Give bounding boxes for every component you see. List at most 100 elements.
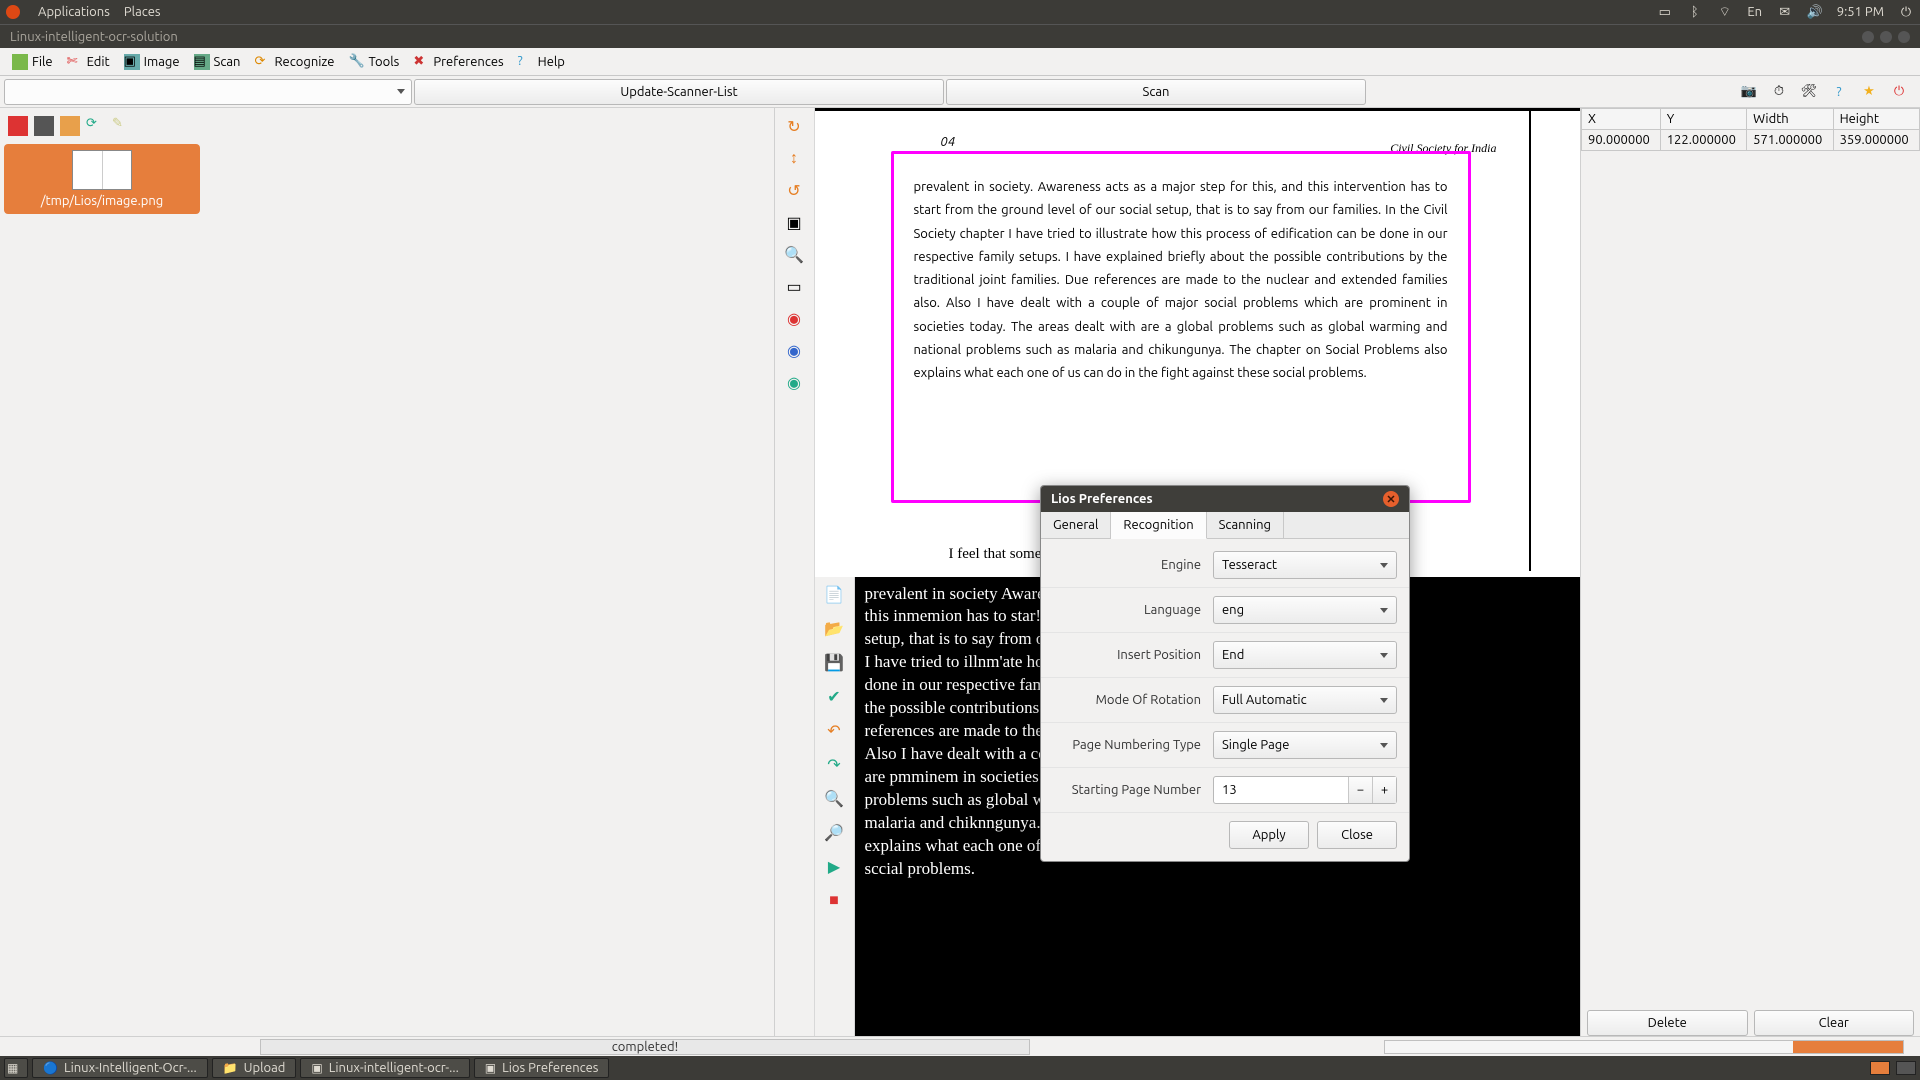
power-icon[interactable]: ⏻	[1898, 4, 1914, 20]
brush-icon[interactable]: ✎	[112, 116, 132, 136]
save-text-icon[interactable]: 💾	[822, 651, 846, 675]
rotation-mode-select[interactable]: Full Automatic	[1213, 686, 1397, 714]
show-desktop-button[interactable]: ▦	[4, 1058, 28, 1078]
main-toolbar: Update-Scanner-List Scan 📷 ⏱ 🛠 ? ★ ⏻	[0, 76, 1920, 108]
menu-applications[interactable]: Applications	[38, 5, 110, 19]
refresh-icon[interactable]: ⟳	[86, 116, 106, 136]
image-icon[interactable]	[34, 116, 54, 136]
screen-icon[interactable]: ▭	[1657, 4, 1673, 20]
zoom-fit-icon[interactable]: ▣	[782, 210, 806, 234]
dialog-titlebar[interactable]: Lios Preferences ✕	[1041, 486, 1409, 512]
language-select[interactable]: eng	[1213, 596, 1397, 624]
menu-file[interactable]: File	[6, 52, 59, 72]
menu-tools[interactable]: 🔧Tools	[342, 52, 405, 72]
find-icon[interactable]: 🔍	[822, 787, 846, 811]
quit-icon[interactable]: ⏻	[1888, 81, 1910, 103]
app-menubar: File ✄Edit ▣Image ▤Scan ⟳Recognize 🔧Tool…	[0, 48, 1920, 76]
spin-plus-button[interactable]: +	[1372, 777, 1396, 803]
menu-edit[interactable]: ✄Edit	[61, 52, 116, 72]
find-replace-icon[interactable]: 🔎	[822, 821, 846, 845]
window-close-button[interactable]	[1898, 31, 1910, 43]
dialog-close-button[interactable]: ✕	[1383, 491, 1399, 507]
insert-position-select[interactable]: End	[1213, 641, 1397, 669]
folder-icon[interactable]	[60, 116, 80, 136]
col-h[interactable]: Height	[1833, 109, 1919, 130]
text-tool-column: 📄 📂 💾 ✔ ↶ ↷ 🔍 🔎 ▶ ■	[815, 577, 855, 1043]
scan-button[interactable]: Scan	[946, 79, 1366, 105]
region-blue-icon[interactable]: ◉	[782, 338, 806, 362]
window-maximize-button[interactable]	[1880, 31, 1892, 43]
main-content: ⟳ ✎ /tmp/Lios/image.png ↻ ↕ ↺ ▣ 🔍 ▭ ◉ ◉ …	[0, 108, 1920, 1042]
region-red-icon[interactable]: ◉	[782, 306, 806, 330]
engine-label: Engine	[1053, 558, 1213, 572]
close-button[interactable]: Close	[1317, 821, 1397, 849]
system-top-bar: Applications Places ▭ ᛒ ⌔ En ✉ 🔊 9:51 PM…	[0, 0, 1920, 24]
status-bar: completed!	[0, 1036, 1920, 1056]
menu-preferences[interactable]: ✖Preferences	[407, 52, 509, 72]
taskbar-item-prefs[interactable]: ▣ Lios Preferences	[474, 1058, 610, 1078]
star-icon[interactable]: ★	[1858, 81, 1880, 103]
help-icon[interactable]: ?	[1828, 81, 1850, 103]
menu-scan[interactable]: ▤Scan	[188, 52, 247, 72]
table-row[interactable]: 90.000000 122.000000 571.000000 359.0000…	[1582, 130, 1920, 151]
col-w[interactable]: Width	[1747, 109, 1833, 130]
workspace-1[interactable]	[1870, 1061, 1890, 1075]
timer-icon[interactable]: ⏱	[1768, 81, 1790, 103]
ocr-selection-rect[interactable]: prevalent in society. Awareness acts as …	[891, 151, 1471, 503]
volume-icon[interactable]: 🔊	[1807, 4, 1823, 20]
col-y[interactable]: Y	[1660, 109, 1746, 130]
zoom-out-icon[interactable]: ▭	[782, 274, 806, 298]
pdf-icon[interactable]	[8, 116, 28, 136]
rotate-left-icon[interactable]: ↺	[782, 178, 806, 202]
bluetooth-icon[interactable]: ᛒ	[1687, 4, 1703, 20]
menu-help[interactable]: ?Help	[512, 52, 571, 72]
menu-places[interactable]: Places	[124, 5, 161, 19]
workspace-2[interactable]	[1896, 1061, 1916, 1075]
taskbar-item-upload[interactable]: 📁 Upload	[212, 1058, 297, 1078]
new-text-icon[interactable]: 📄	[822, 583, 846, 607]
page-right: Chapter 1 Civil Society Understanding Ci…	[1555, 111, 1581, 571]
tools-icon[interactable]: 🛠	[1798, 81, 1820, 103]
window-titlebar: Linux-intelligent-ocr-solution	[0, 24, 1920, 48]
mail-icon[interactable]: ✉	[1777, 4, 1793, 20]
page-numbering-type-select[interactable]: Single Page	[1213, 731, 1397, 759]
camera-icon[interactable]: 📷	[1738, 81, 1760, 103]
menu-image[interactable]: ▣Image	[118, 52, 186, 72]
page-thumbnail[interactable]: /tmp/Lios/image.png	[4, 144, 200, 214]
starting-page-number-spin[interactable]: 13 − +	[1213, 776, 1397, 804]
open-text-icon[interactable]: 📂	[822, 617, 846, 641]
wifi-icon[interactable]: ⌔	[1717, 4, 1733, 20]
menu-recognize[interactable]: ⟳Recognize	[248, 52, 340, 72]
spellcheck-icon[interactable]: ✔	[822, 685, 846, 709]
bottom-taskbar: ▦ 🔵 Linux-Intelligent-Ocr-... 📁 Upload ▣…	[0, 1056, 1920, 1080]
thumbnail-path: /tmp/Lios/image.png	[10, 194, 194, 208]
region-green-icon[interactable]: ◉	[782, 370, 806, 394]
tab-scanning[interactable]: Scanning	[1207, 512, 1284, 538]
update-scanner-list-button[interactable]: Update-Scanner-List	[414, 79, 944, 105]
right-panel: X Y Width Height 90.000000 122.000000 57…	[1580, 108, 1920, 1042]
tab-recognition[interactable]: Recognition	[1111, 512, 1206, 539]
play-icon[interactable]: ▶	[822, 855, 846, 879]
keyboard-lang-indicator[interactable]: En	[1747, 4, 1763, 20]
tab-general[interactable]: General	[1041, 512, 1111, 538]
clear-button[interactable]: Clear	[1754, 1010, 1915, 1036]
flip-vertical-icon[interactable]: ↕	[782, 146, 806, 170]
window-minimize-button[interactable]	[1862, 31, 1874, 43]
undo-icon[interactable]: ↶	[822, 719, 846, 743]
scanner-select-combo[interactable]	[4, 79, 412, 105]
spin-minus-button[interactable]: −	[1348, 777, 1372, 803]
progress-bar-left: completed!	[260, 1039, 1030, 1055]
taskbar-item-lios[interactable]: ▣ Linux-intelligent-ocr-...	[300, 1058, 469, 1078]
taskbar-item-help[interactable]: 🔵 Linux-Intelligent-Ocr-...	[32, 1058, 208, 1078]
stop-icon[interactable]: ■	[822, 889, 846, 913]
engine-select[interactable]: Tesseract	[1213, 551, 1397, 579]
delete-button[interactable]: Delete	[1587, 1010, 1748, 1036]
thumbnail-preview-icon	[72, 150, 132, 190]
redo-icon[interactable]: ↷	[822, 753, 846, 777]
preferences-dialog: Lios Preferences ✕ General Recognition S…	[1040, 485, 1410, 862]
apply-button[interactable]: Apply	[1229, 821, 1309, 849]
clock[interactable]: 9:51 PM	[1837, 5, 1884, 19]
rotate-right-icon[interactable]: ↻	[782, 114, 806, 138]
zoom-in-icon[interactable]: 🔍	[782, 242, 806, 266]
col-x[interactable]: X	[1582, 109, 1661, 130]
